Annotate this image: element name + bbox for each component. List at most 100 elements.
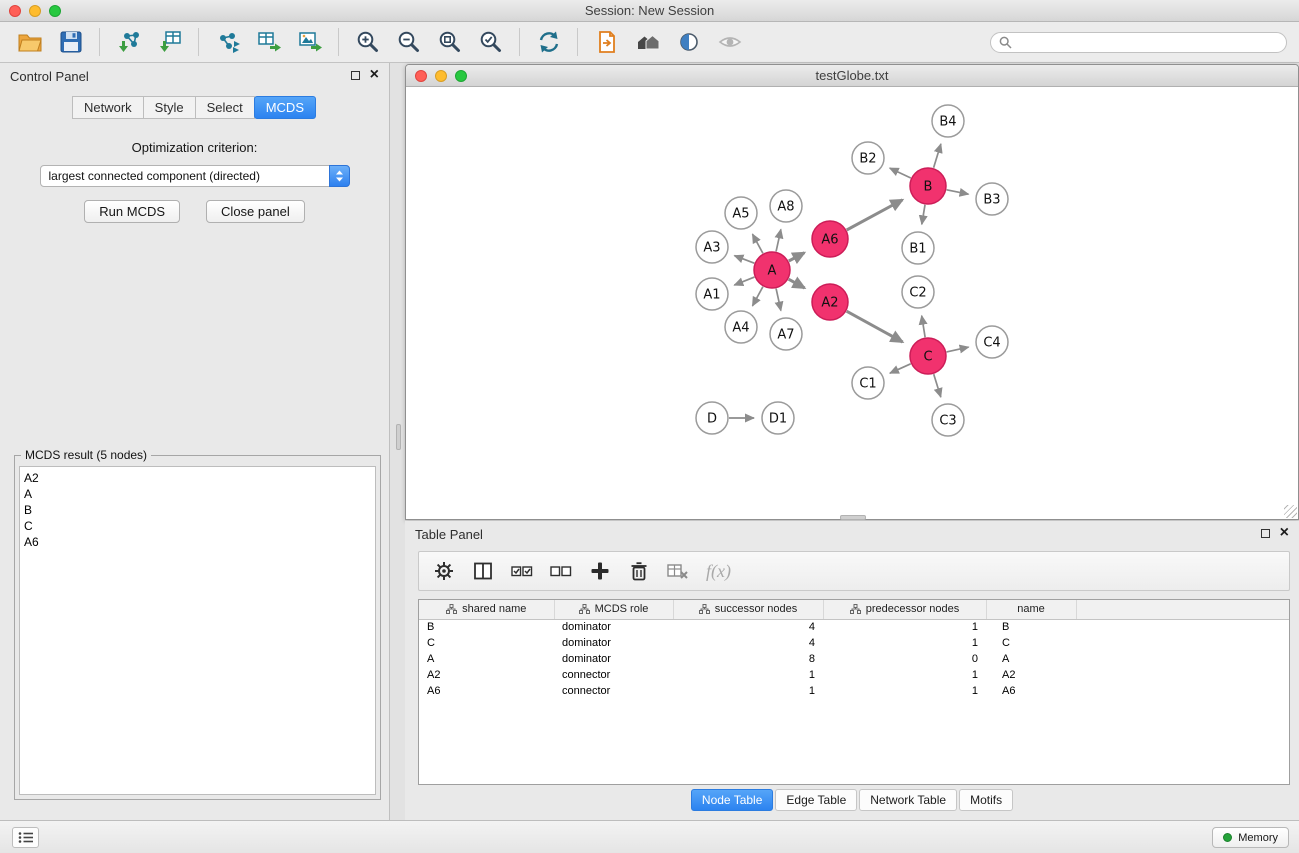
graph-node-A6[interactable]: A6 [812,221,848,257]
search-input[interactable] [1017,35,1278,49]
zoom-fit-button[interactable] [430,25,469,59]
result-item[interactable]: C [24,518,375,534]
network-zoom-button[interactable] [455,70,467,82]
open-session-button[interactable] [10,25,49,59]
network-graph[interactable]: AA6A2BCA5A8A3A1A4A7B2B4B3B1C2C1C3C4DD1 [406,87,1298,516]
table-cell[interactable]: 1 [823,683,986,699]
memory-button[interactable]: Memory [1212,827,1289,848]
search-box[interactable] [990,32,1287,53]
tab-select[interactable]: Select [195,96,255,119]
save-session-button[interactable] [51,25,90,59]
graph-node-C2[interactable]: C2 [902,276,934,308]
float-table-panel-icon[interactable] [1261,529,1270,538]
table-cell[interactable]: connector [554,683,673,699]
graph-node-A2[interactable]: A2 [812,284,848,320]
table-cell[interactable]: 8 [673,651,823,667]
export-table-button[interactable] [249,25,288,59]
tab-edge-table[interactable]: Edge Table [775,789,857,811]
table-row[interactable]: Adominator80A [419,651,1289,667]
tab-node-table[interactable]: Node Table [691,789,774,811]
table-row[interactable]: Cdominator41C [419,635,1289,651]
vertical-splitter-handle[interactable] [396,424,401,450]
minimize-window-button[interactable] [29,5,41,17]
table-cell[interactable]: B [986,619,1076,635]
close-panel-button[interactable]: Close panel [206,200,305,223]
table-cell[interactable]: A [986,651,1076,667]
table-cell[interactable]: B [419,619,554,635]
run-mcds-button[interactable]: Run MCDS [84,200,180,223]
table-cell[interactable]: C [419,635,554,651]
table-settings-button[interactable] [431,558,457,584]
tab-mcds[interactable]: MCDS [254,96,316,119]
tab-network[interactable]: Network [72,96,144,119]
graph-node-B2[interactable]: B2 [852,142,884,174]
table-cell[interactable]: 1 [673,667,823,683]
graph-edge-A-A1[interactable] [734,277,754,285]
table-cell[interactable]: A6 [986,683,1076,699]
close-table-panel-icon[interactable]: × [1280,528,1289,538]
graph-node-A3[interactable]: A3 [696,231,728,263]
table-cell[interactable]: 4 [673,619,823,635]
graph-node-C3[interactable]: C3 [932,404,964,436]
graph-node-A1[interactable]: A1 [696,278,728,310]
graph-edge-C-C2[interactable] [922,316,925,338]
graph-edge-A-A8[interactable] [776,229,781,251]
zoom-in-button[interactable] [348,25,387,59]
zoom-window-button[interactable] [49,5,61,17]
result-item[interactable]: A6 [24,534,375,550]
table-cell[interactable]: 4 [673,635,823,651]
close-window-button[interactable] [9,5,21,17]
graph-node-B1[interactable]: B1 [902,232,934,264]
graph-node-D[interactable]: D [696,402,728,434]
export-network-button[interactable] [208,25,247,59]
table-cell[interactable]: connector [554,667,673,683]
column-header-name[interactable]: name [986,600,1076,619]
column-header-predecessor-nodes[interactable]: predecessor nodes [823,600,986,619]
delete-button[interactable] [626,558,652,584]
result-item[interactable]: A2 [24,470,375,486]
column-header-shared-name[interactable]: shared name [419,600,554,619]
result-item[interactable]: B [24,502,375,518]
table-cell[interactable]: 1 [673,683,823,699]
graph-edge-A-A3[interactable] [734,256,754,264]
table-cell[interactable]: 0 [823,651,986,667]
resize-grip[interactable] [1284,505,1297,518]
table-cell[interactable]: dominator [554,619,673,635]
table-cell[interactable]: dominator [554,635,673,651]
graph-node-A8[interactable]: A8 [770,190,802,222]
add-button[interactable] [587,558,613,584]
graph-edge-A2-C[interactable] [847,311,903,342]
graph-edge-A-A7[interactable] [776,289,781,311]
graph-node-B4[interactable]: B4 [932,105,964,137]
graph-edge-A6-B[interactable] [847,200,903,230]
tab-style[interactable]: Style [143,96,196,119]
graph-node-C4[interactable]: C4 [976,326,1008,358]
graph-edge-B-B4[interactable] [934,144,941,168]
deselect-all-button[interactable] [548,558,574,584]
graph-node-C[interactable]: C [910,338,946,374]
graph-edge-C-C3[interactable] [934,374,941,397]
table-cell[interactable]: A2 [419,667,554,683]
close-panel-icon[interactable]: × [370,70,379,80]
network-close-button[interactable] [415,70,427,82]
table-cell[interactable]: A6 [419,683,554,699]
graph-node-B3[interactable]: B3 [976,183,1008,215]
graph-edge-B-B2[interactable] [890,168,911,178]
network-minimize-button[interactable] [435,70,447,82]
table-cell[interactable]: 1 [823,635,986,651]
graph-edge-A-A2[interactable] [789,279,805,288]
tab-motifs[interactable]: Motifs [959,789,1013,811]
graph-edge-C-C4[interactable] [947,347,969,352]
table-row[interactable]: Bdominator41B [419,619,1289,635]
export-image-button[interactable] [290,25,329,59]
graph-node-C1[interactable]: C1 [852,367,884,399]
zoom-out-button[interactable] [389,25,428,59]
table-row[interactable]: A2connector11A2 [419,667,1289,683]
graph-edge-B-B3[interactable] [947,190,969,194]
column-header-successor-nodes[interactable]: successor nodes [673,600,823,619]
graph-edge-C-C1[interactable] [890,364,911,373]
select-all-button[interactable] [509,558,535,584]
zoom-selected-button[interactable] [471,25,510,59]
refresh-button[interactable] [529,25,568,59]
table-cell[interactable]: 1 [823,667,986,683]
